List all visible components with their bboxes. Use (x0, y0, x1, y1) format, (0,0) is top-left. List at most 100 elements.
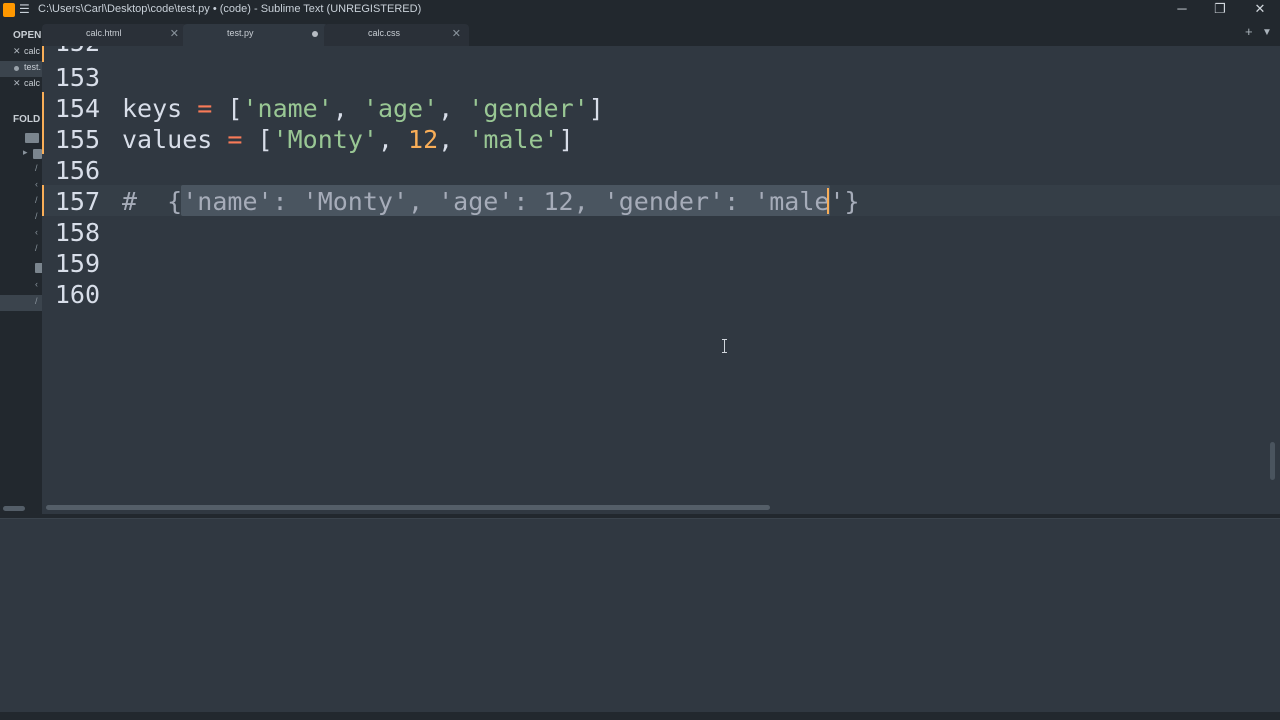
folder-tree-row[interactable] (0, 130, 42, 146)
code-string: 'name' (242, 94, 333, 123)
sidebar-scrollbar-thumb[interactable] (3, 506, 25, 511)
file-tree-row[interactable]: / (0, 242, 42, 258)
file-tree-row[interactable]: ‹ (0, 178, 42, 194)
close-file-icon[interactable]: ✕ (13, 78, 21, 89)
file-tree-row[interactable]: ‹ (0, 278, 42, 294)
code-line: 158 (42, 216, 1280, 247)
close-window-button[interactable]: ✕ (1250, 1, 1270, 17)
file-tree-row[interactable]: ‹ (0, 226, 42, 242)
hamburger-menu-icon[interactable]: ☰ (19, 2, 30, 16)
line-number: 152 (42, 46, 100, 57)
vertical-scrollbar-thumb[interactable] (1270, 442, 1275, 480)
tab-label: test.py (227, 28, 254, 38)
code-line: 159 (42, 247, 1280, 278)
code-bracket: [ (257, 125, 273, 154)
mouse-ibeam-cursor (722, 339, 728, 353)
code-text: keys = ['name', 'age', 'gender'] (122, 94, 604, 123)
file-code-icon: ‹ (35, 279, 38, 289)
open-file-name: calc (24, 46, 41, 56)
unsaved-dot-icon[interactable] (14, 66, 19, 71)
modified-line-marker (42, 92, 44, 154)
open-file-item[interactable]: ✕ calc (0, 77, 42, 93)
file-tree-row[interactable] (0, 260, 42, 276)
code-comment-marker: # (122, 187, 138, 216)
code-comma: , (438, 125, 454, 154)
file-code-icon: / (35, 211, 38, 221)
horizontal-scrollbar-thumb[interactable] (46, 505, 770, 510)
code-editor[interactable]: 152 153 154 keys = ['name', 'age', 'gend… (42, 46, 1280, 502)
vertical-scrollbar[interactable] (1270, 46, 1276, 502)
file-tree-row[interactable]: / (0, 162, 42, 178)
code-bracket: ] (588, 94, 604, 123)
folders-header: FOLD (13, 114, 41, 125)
file-tree-row[interactable]: / (0, 210, 42, 226)
window-title: C:\Users\Carl\Desktop\code\test.py • (co… (38, 3, 422, 15)
open-file-item[interactable]: ✕ calc (0, 45, 42, 61)
code-string: 'Monty' (272, 125, 378, 154)
code-string: 'age' (362, 94, 439, 123)
tab-calc-html[interactable]: calc.html ✕ (42, 24, 187, 46)
sublime-app-icon[interactable] (3, 3, 15, 17)
line-number: 156 (54, 156, 100, 185)
open-file-item-active[interactable]: test. (0, 61, 42, 77)
code-line: 160 (42, 278, 1280, 309)
title-bar: ☰ C:\Users\Carl\Desktop\code\test.py • (… (0, 0, 1280, 20)
file-code-icon: / (35, 163, 38, 173)
file-code-icon: / (35, 243, 38, 253)
tab-close-icon[interactable]: ✕ (170, 27, 179, 40)
tab-unsaved-dot-icon[interactable] (312, 31, 318, 37)
line-number: 153 (54, 63, 100, 92)
code-operator: = (197, 94, 213, 123)
code-number: 12 (408, 125, 439, 154)
code-text: values = ['Monty', 12, 'male'] (122, 125, 574, 154)
folder-icon (33, 149, 42, 159)
tab-test-py[interactable]: test.py (183, 24, 328, 46)
code-string: 'gender' (468, 94, 589, 123)
code-string: 'male' (468, 125, 559, 154)
file-code-icon: / (35, 195, 38, 205)
output-panel[interactable] (0, 518, 1280, 713)
file-tree-row[interactable]: / (0, 194, 42, 210)
restore-button[interactable]: ❐ (1210, 1, 1230, 17)
line-number: 154 (54, 94, 100, 123)
tab-label: calc.css (368, 28, 401, 38)
code-line: 153 (42, 61, 1280, 92)
tab-label: calc.html (86, 28, 122, 38)
code-text: # {'name': 'Monty', 'age': 12, 'gender':… (122, 187, 860, 216)
code-operator: = (227, 125, 243, 154)
image-file-icon (35, 263, 42, 273)
minimize-button[interactable]: ─ (1172, 1, 1192, 16)
line-number: 157 (54, 187, 100, 216)
status-bar (0, 712, 1280, 720)
code-line: 156 (42, 154, 1280, 185)
tab-calc-css[interactable]: calc.css ✕ (324, 24, 469, 46)
code-identifier: values (122, 125, 213, 154)
file-code-icon: ‹ (35, 179, 38, 189)
folder-open-icon (25, 133, 39, 143)
code-comment-text: 'name': 'Monty', 'age': 12, 'gender': 'm… (182, 187, 845, 216)
new-tab-icon[interactable]: + (1245, 24, 1253, 39)
modified-line-marker (42, 185, 44, 216)
line-number: 155 (54, 125, 100, 154)
close-file-icon[interactable]: ✕ (13, 46, 21, 57)
text-caret (827, 188, 829, 214)
code-brace: { (167, 187, 183, 216)
code-identifier: keys (122, 94, 183, 123)
code-line: 152 (42, 46, 1280, 57)
file-tree-row-selected[interactable]: / (0, 295, 42, 311)
folder-tree-row[interactable]: ▸ (0, 146, 42, 162)
tab-menu-chevron-icon[interactable]: ▼ (1262, 27, 1272, 38)
open-files-header: OPEN (13, 30, 42, 41)
folder-chevron-icon: ▸ (23, 147, 28, 157)
tab-close-icon[interactable]: ✕ (452, 27, 461, 40)
code-bracket: [ (227, 94, 243, 123)
code-brace: } (844, 187, 860, 216)
code-bracket: ] (558, 125, 574, 154)
code-line: 155 values = ['Monty', 12, 'male'] (42, 123, 1280, 154)
tab-bar: ◀ ▶ calc.html ✕ test.py calc.css ✕ + ▼ (42, 20, 1280, 46)
modified-line-marker (42, 46, 44, 62)
line-number: 159 (54, 249, 100, 278)
horizontal-scrollbar[interactable] (42, 503, 1267, 511)
sidebar: OPEN ✕ calc test. ✕ calc FOLD ▸ / ‹ / / … (0, 20, 42, 515)
file-code-icon: / (35, 296, 38, 306)
